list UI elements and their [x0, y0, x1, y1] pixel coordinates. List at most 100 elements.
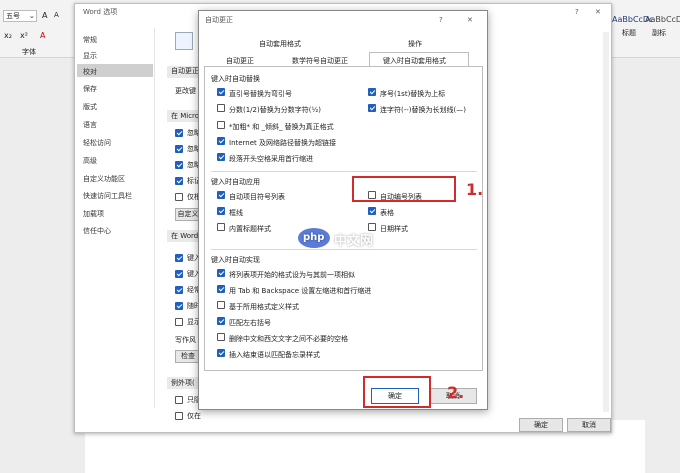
watermark-text: 中文网 — [334, 234, 374, 249]
list-format-label: 将列表项开始的格式设为与其前一项相似 — [229, 271, 355, 279]
subscript-button[interactable]: x₂ — [4, 32, 12, 40]
writing-style-label: 写作风 — [175, 336, 196, 344]
fractions-label: 分数(1/2)替换为分数字符(½) — [229, 106, 321, 114]
grow-font-icon[interactable]: A — [42, 12, 47, 20]
first-indent-label: 段落开头空格采用首行缩进 — [229, 155, 313, 163]
ordinals-label: 序号(1st)替换为上标 — [380, 90, 446, 98]
options-title: Word 选项 — [83, 8, 118, 16]
word-option-2-checkbox[interactable] — [175, 270, 183, 278]
borders-label: 框线 — [229, 209, 243, 217]
autocorrect-dialog: 自动更正 ? ✕ 自动套用格式 操作 自动更正 数学符号自动更正 键入时自动套用… — [198, 10, 488, 410]
options-ok-label: 确定 — [534, 421, 548, 429]
office-option-3-checkbox[interactable] — [175, 161, 183, 169]
hyperlinks-checkbox[interactable] — [217, 137, 225, 145]
date-style-label: 日期样式 — [380, 225, 408, 233]
closing-phrase-label: 插入结束语以匹配备忘录样式 — [229, 351, 320, 359]
group-replace-title: 键入时自动替换 — [211, 75, 260, 83]
office-option-4-checkbox[interactable] — [175, 177, 183, 185]
bold-italic-label: *加粗* 和 _倾斜_ 替换为真正格式 — [229, 123, 334, 131]
autocorrect-close-button[interactable]: ✕ — [467, 17, 473, 24]
autoformat-panel: 键入时自动替换 直引号替换为弯引号 分数(1/2)替换为分数字符(½) *加粗*… — [204, 66, 483, 371]
first-indent-checkbox[interactable] — [217, 153, 225, 161]
tab-autoformat[interactable]: 自动套用格式 — [259, 39, 301, 49]
tables-checkbox[interactable] — [368, 207, 376, 215]
match-parens-label: 匹配左右括号 — [229, 319, 271, 327]
options-close-button[interactable]: ✕ — [595, 9, 601, 16]
nav-item-layout[interactable]: 版式 — [83, 102, 97, 112]
options-cancel-label: 取消 — [582, 421, 596, 429]
superscript-button[interactable]: x² — [20, 32, 28, 40]
nav-item-advanced[interactable]: 高级 — [83, 156, 97, 166]
section-office-title: 在 Micro — [171, 112, 200, 120]
options-help-button[interactable]: ? — [575, 9, 579, 16]
smart-quotes-checkbox[interactable] — [217, 88, 225, 96]
word-option-3-checkbox[interactable] — [175, 286, 183, 294]
heading-styles-checkbox[interactable] — [217, 223, 225, 231]
autocorrect-help-button[interactable]: ? — [439, 17, 443, 24]
exception-option-2-checkbox[interactable] — [175, 412, 183, 420]
style-preview-subtitle[interactable]: AaBbCcDc — [645, 16, 680, 24]
fractions-checkbox[interactable] — [217, 104, 225, 112]
style-name-title: 标题 — [622, 29, 636, 37]
nav-item-quick-access[interactable]: 快速访问工具栏 — [83, 191, 132, 201]
nav-item-display[interactable]: 显示 — [83, 51, 97, 61]
word-option-4-checkbox[interactable] — [175, 302, 183, 310]
match-parens-checkbox[interactable] — [217, 317, 225, 325]
nav-item-proofing[interactable]: 校对 — [83, 67, 97, 77]
exception-option-2-label: 仅在 — [187, 412, 201, 420]
abc-check-icon — [175, 32, 193, 50]
bold-italic-checkbox[interactable] — [217, 121, 225, 129]
font-size-box[interactable]: 五号 ⌄ — [3, 10, 37, 22]
tab-math-autocorrect[interactable]: 数学符号自动更正 — [292, 56, 348, 66]
tables-label: 表格 — [380, 209, 394, 217]
separator-2 — [211, 249, 477, 250]
office-option-1-checkbox[interactable] — [175, 129, 183, 137]
autocorrect-titlebar: 自动更正 ? ✕ — [199, 11, 487, 29]
auto-bullets-checkbox[interactable] — [217, 191, 225, 199]
list-format-checkbox[interactable] — [217, 269, 225, 277]
watermark-logo: php — [303, 232, 325, 243]
remove-spaces-checkbox[interactable] — [217, 333, 225, 341]
tab-actions[interactable]: 操作 — [408, 39, 422, 49]
office-option-2-checkbox[interactable] — [175, 145, 183, 153]
remove-spaces-label: 删除中文和西文文字之间不必要的空格 — [229, 335, 348, 343]
dashes-checkbox[interactable] — [368, 104, 376, 112]
hyperlinks-label: Internet 及网络路径替换为超链接 — [229, 139, 337, 147]
group-apply-title: 键入时自动应用 — [211, 178, 260, 186]
nav-item-addins[interactable]: 加载项 — [83, 209, 104, 219]
word-option-5-checkbox[interactable] — [175, 318, 183, 326]
tab-autoformat-as-you-type[interactable]: 键入时自动套用格式 — [383, 56, 446, 66]
annotation-box-ok — [363, 376, 431, 408]
group-auto-title: 键入时自动实现 — [211, 256, 260, 264]
nav-item-customize-ribbon[interactable]: 自定义功能区 — [83, 174, 125, 184]
options-ok-button[interactable]: 确定 — [519, 418, 563, 432]
define-styles-checkbox[interactable] — [217, 301, 225, 309]
ordinals-checkbox[interactable] — [368, 88, 376, 96]
nav-item-accessibility[interactable]: 轻松访问 — [83, 138, 111, 148]
shrink-font-icon[interactable]: A — [54, 12, 59, 19]
section-autocorrect-title: 自动更正 — [171, 67, 199, 75]
closing-phrase-checkbox[interactable] — [217, 349, 225, 357]
tab-autocorrect[interactable]: 自动更正 — [226, 56, 254, 66]
section-autocorrect-text: 更改键 — [175, 87, 196, 95]
define-styles-label: 基于所用格式定义样式 — [229, 303, 299, 311]
font-color-button[interactable]: A — [40, 32, 45, 40]
font-group-label: 字体 — [22, 48, 36, 56]
custom-dictionary-label: 自定义 — [177, 210, 199, 218]
nav-item-trust-center[interactable]: 信任中心 — [83, 226, 111, 236]
nav-item-general[interactable]: 常规 — [83, 35, 97, 45]
nav-item-save[interactable]: 保存 — [83, 84, 97, 94]
section-exceptions-title: 例外项( — [171, 379, 195, 387]
smart-quotes-label: 直引号替换为弯引号 — [229, 90, 292, 98]
dashes-label: 连字符(--)替换为长划线(—) — [380, 106, 466, 114]
word-option-1-checkbox[interactable] — [175, 254, 183, 262]
nav-item-language[interactable]: 语言 — [83, 120, 97, 130]
borders-checkbox[interactable] — [217, 207, 225, 215]
office-option-5-checkbox[interactable] — [175, 193, 183, 201]
chevron-down-icon: ⌄ — [29, 12, 35, 20]
options-scrollbar[interactable] — [603, 32, 609, 412]
exception-option-1-checkbox[interactable] — [175, 396, 183, 404]
separator-1 — [211, 171, 477, 172]
tab-indent-checkbox[interactable] — [217, 285, 225, 293]
options-cancel-button[interactable]: 取消 — [567, 418, 611, 432]
